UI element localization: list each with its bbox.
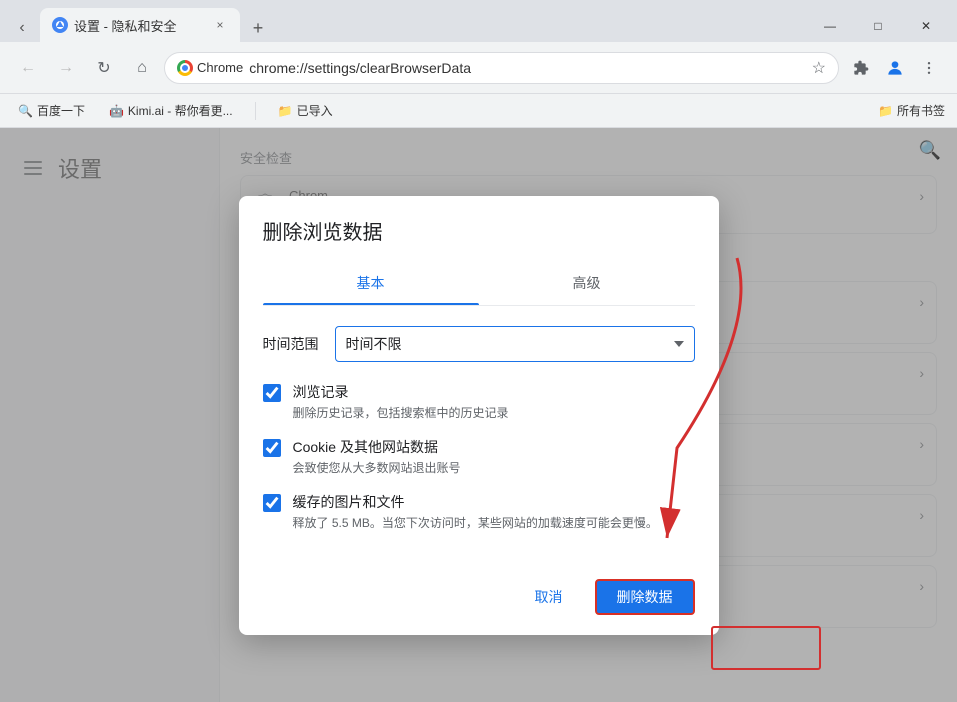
kimi-icon: 🤖 [109,104,124,118]
modal-title: 删除浏览数据 [263,216,695,245]
tab-basic[interactable]: 基本 [263,261,479,305]
new-tab-button[interactable]: + [244,14,272,42]
checkbox-cookies-content: Cookie 及其他网站数据 会致使您从大多数网站退出账号 [293,437,695,476]
bookmarks-bar: 🔍 百度一下 🤖 Kimi.ai - 帮你看更... 📁 已导入 📁 所有书签 [0,94,957,128]
modal-backdrop: 删除浏览数据 基本 高级 时间范围 最近一小时 最近一天 最近一周 最近四周 [0,128,957,702]
checkbox-browsing-history-input[interactable] [263,384,281,402]
maximize-button[interactable]: □ [855,10,901,42]
menu-icon[interactable] [913,52,945,84]
kimi-label: Kimi.ai - 帮你看更... [128,102,233,119]
checkbox-browsing-history-content: 浏览记录 删除历史记录，包括搜索框中的历史记录 [293,382,695,421]
tab-title: 设置 - 隐私和安全 [74,16,206,35]
modal-footer: 取消 删除数据 [239,567,719,635]
back-button[interactable]: ← [12,52,44,84]
baidu-icon: 🔍 [18,104,33,118]
checkbox-cache: 缓存的图片和文件 释放了 5.5 MB。当您下次访问时，某些网站的加载速度可能会… [263,492,695,531]
home-button[interactable]: ⌂ [126,52,158,84]
modal-body: 时间范围 最近一小时 最近一天 最近一周 最近四周 时间不限 浏览记录 [239,306,719,567]
browser-tab[interactable]: 设置 - 隐私和安全 × [40,8,240,42]
address-favicon: Chrome [177,60,243,76]
bookmark-kimi[interactable]: 🤖 Kimi.ai - 帮你看更... [103,100,239,121]
checkbox-browsing-history-desc: 删除历史记录，包括搜索框中的历史记录 [293,404,695,421]
delete-data-button[interactable]: 删除数据 [595,579,695,615]
cancel-button[interactable]: 取消 [515,579,583,615]
checkbox-browsing-history: 浏览记录 删除历史记录，包括搜索框中的历史记录 [263,382,695,421]
baidu-label: 百度一下 [37,102,85,119]
checkbox-cookies-label: Cookie 及其他网站数据 [293,437,695,457]
browser-window: ‹ 设置 - 隐私和安全 × + — □ ✕ ← → ↻ ⌂ Chrome [0,0,957,702]
bookmark-baidu[interactable]: 🔍 百度一下 [12,100,91,121]
refresh-button[interactable]: ↻ [88,52,120,84]
url-text: chrome://settings/clearBrowserData [249,60,805,76]
chrome-logo-icon [177,60,193,76]
minimize-button[interactable]: — [807,10,853,42]
tab-nav-left[interactable]: ‹ [8,14,36,42]
modal-tabs: 基本 高级 [263,261,695,306]
page-content: 设置 安全检查 🛡 Chrom... 内容要... › 隐 [0,128,957,702]
folder-icon: 📁 [278,104,293,118]
tab-close-btn[interactable]: × [212,17,228,33]
modal-header: 删除浏览数据 基本 高级 [239,196,719,306]
all-bookmarks-folder-icon: 📁 [878,104,893,118]
checkbox-browsing-history-label: 浏览记录 [293,382,695,402]
tab-favicon [52,17,68,33]
profile-icon[interactable] [879,52,911,84]
extensions-icon[interactable] [845,52,877,84]
tab-bar: ‹ 设置 - 隐私和安全 × + — □ ✕ [0,0,957,42]
checkbox-cookies-input[interactable] [263,439,281,457]
time-range-label: 时间范围 [263,334,319,354]
all-bookmarks-label: 所有书签 [897,102,945,119]
time-range-row: 时间范围 最近一小时 最近一天 最近一周 最近四周 时间不限 [263,326,695,362]
checkbox-cookies-desc: 会致使您从大多数网站退出账号 [293,459,695,476]
address-actions [845,52,945,84]
clear-browser-data-modal: 删除浏览数据 基本 高级 时间范围 最近一小时 最近一天 最近一周 最近四周 [239,196,719,635]
bookmark-imported[interactable]: 📁 已导入 [272,100,339,121]
checkbox-cookies: Cookie 及其他网站数据 会致使您从大多数网站退出账号 [263,437,695,476]
bookmark-separator [255,102,256,120]
imported-label: 已导入 [297,102,333,119]
tab-advanced[interactable]: 高级 [479,261,695,305]
address-input[interactable]: Chrome chrome://settings/clearBrowserDat… [164,52,839,84]
checkbox-cache-label: 缓存的图片和文件 [293,492,695,512]
forward-button[interactable]: → [50,52,82,84]
window-controls: — □ ✕ [807,10,949,42]
all-bookmarks[interactable]: 📁 所有书签 [878,102,945,119]
checkbox-cache-content: 缓存的图片和文件 释放了 5.5 MB。当您下次访问时，某些网站的加载速度可能会… [293,492,695,531]
checkbox-cache-desc: 释放了 5.5 MB。当您下次访问时，某些网站的加载速度可能会更慢。 [293,514,695,531]
time-range-select[interactable]: 最近一小时 最近一天 最近一周 最近四周 时间不限 [335,326,695,362]
brand-label: Chrome [197,60,243,75]
bookmark-star-icon[interactable]: ☆ [812,58,826,78]
checkbox-cache-input[interactable] [263,494,281,512]
close-button[interactable]: ✕ [903,10,949,42]
address-bar: ← → ↻ ⌂ Chrome chrome://settings/clearBr… [0,42,957,94]
